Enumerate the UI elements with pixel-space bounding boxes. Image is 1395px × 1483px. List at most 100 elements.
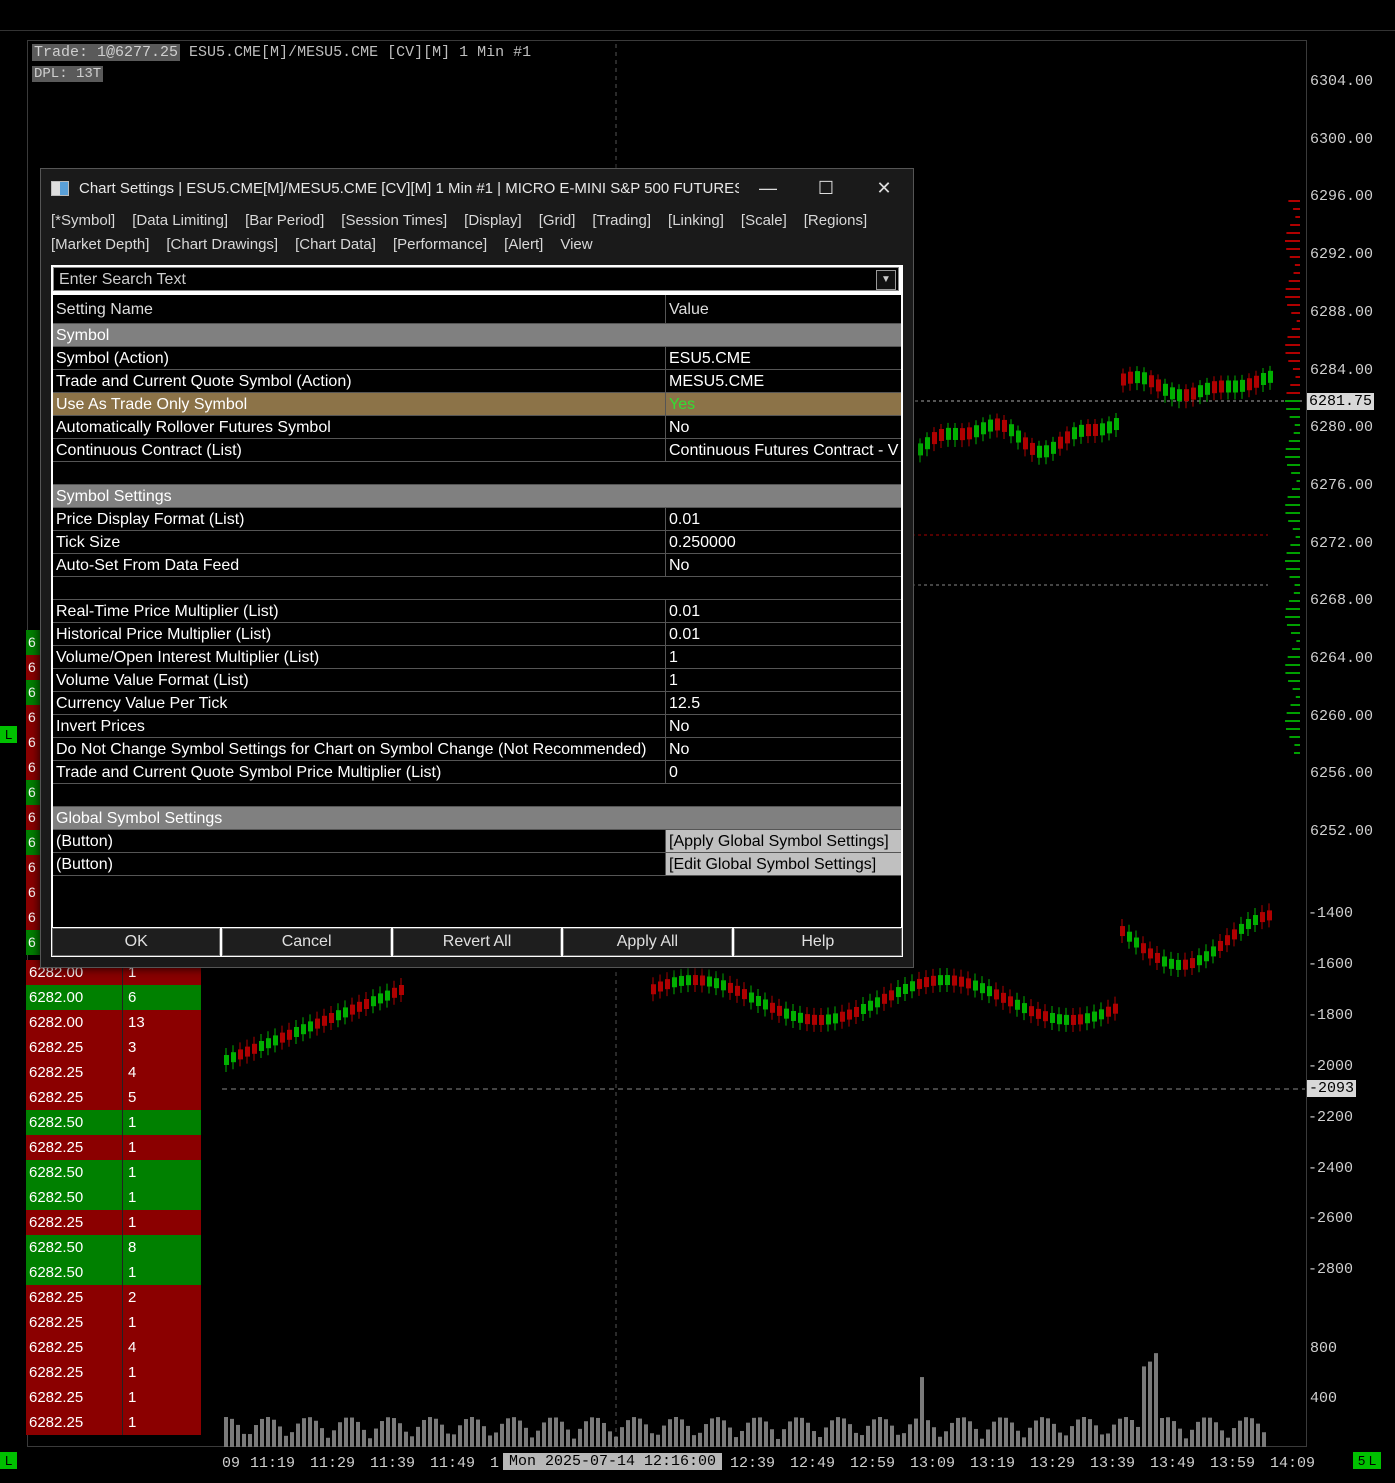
time-and-sales-list[interactable]: 6282.00 1 6282.00 6 6282.00 13 6282.25 3 6282.25… (26, 960, 201, 1435)
settings-grid[interactable]: Setting Name Value Symbol Symbol (Action)… (53, 295, 901, 927)
study-candle-body (1127, 931, 1132, 942)
setting-value[interactable]: No (666, 738, 901, 760)
close-icon[interactable]: ✕ (855, 178, 913, 199)
setting-value[interactable]: [Apply Global Symbol Settings] (666, 830, 901, 852)
grid-setting-row[interactable]: Invert Prices No (53, 715, 901, 738)
setting-name: Auto-Set From Data Feed (53, 554, 666, 576)
study-candle-body (238, 1049, 243, 1060)
setting-value[interactable]: Yes (666, 393, 901, 415)
grid-setting-row[interactable]: Price Display Format (List) 0.01 (53, 508, 901, 531)
grid-setting-row[interactable]: Real-Time Price Multiplier (List) 0.01 (53, 600, 901, 623)
depth-bar (1290, 704, 1300, 706)
maximize-icon[interactable]: ☐ (797, 178, 855, 199)
setting-value[interactable]: No (666, 715, 901, 737)
time-axis-label: 11:19 (250, 1455, 296, 1472)
ts-price: 6282.50 (26, 1185, 123, 1210)
depth-bar (1291, 488, 1300, 490)
depth-bar (1286, 248, 1300, 250)
study-candle-body (1225, 935, 1230, 946)
menu-item[interactable]: [Regions] (804, 212, 867, 229)
menu-item[interactable]: [Alert] (504, 236, 543, 253)
menu-item[interactable]: [Session Times] (341, 212, 447, 229)
volume-bar (248, 1434, 252, 1447)
grid-section-header[interactable]: Symbol Settings (53, 485, 901, 508)
setting-value[interactable]: 0.01 (666, 623, 901, 645)
ok-button[interactable]: OK (52, 928, 221, 956)
depth-bar (1286, 568, 1300, 570)
menu-item[interactable]: [Performance] (393, 236, 487, 253)
grid-setting-row[interactable]: Trade and Current Quote Symbol Price Mul… (53, 761, 901, 784)
study-candle-body (931, 975, 936, 986)
volume-bar (686, 1425, 690, 1447)
grid-setting-row[interactable]: Continuous Contract (List) Continuous Fut… (53, 439, 901, 462)
apply-all-button[interactable]: Apply All (563, 928, 732, 956)
symbol-line: ESU5.CME[M]/MESU5.CME [CV][M] 1 Min #1 (189, 44, 532, 61)
setting-value[interactable]: Continuous Futures Contract - V (666, 439, 901, 461)
volume-bar (542, 1422, 546, 1447)
volume-bar (728, 1427, 732, 1447)
chart-settings-dialog[interactable]: Chart Settings | ESU5.CME[M]/MESU5.CME [… (40, 168, 914, 968)
setting-value[interactable]: 0.01 (666, 600, 901, 622)
grid-setting-row[interactable]: Currency Value Per Tick 12.5 (53, 692, 901, 715)
time-axis-label: 11:39 (370, 1455, 416, 1472)
menu-item[interactable]: [Linking] (668, 212, 724, 229)
grid-setting-row[interactable]: Auto-Set From Data Feed No (53, 554, 901, 577)
menu-item[interactable]: [Chart Data] (295, 236, 376, 253)
study-candle-body (1036, 1008, 1041, 1019)
volume-bar (578, 1428, 582, 1447)
menu-item[interactable]: [Trading] (592, 212, 651, 229)
grid-setting-row[interactable]: Volume/Open Interest Multiplier (List) 1 (53, 646, 901, 669)
price-axis-label: 6292.00 (1310, 246, 1374, 264)
ts-price: 6282.25 (26, 1135, 123, 1160)
setting-value[interactable]: [Edit Global Symbol Settings] (666, 853, 901, 875)
grid-setting-row[interactable]: Automatically Rollover Futures Symbol No (53, 416, 901, 439)
menu-item[interactable]: [Market Depth] (51, 236, 149, 253)
help-button[interactable]: Help (733, 928, 903, 956)
grid-section-header[interactable]: Symbol (53, 324, 901, 347)
menu-item[interactable]: [Grid] (539, 212, 576, 229)
setting-name: Real-Time Price Multiplier (List) (53, 600, 666, 622)
menu-item[interactable]: [Bar Period] (245, 212, 324, 229)
grid-setting-row[interactable]: Use As Trade Only Symbol Yes (53, 393, 901, 416)
depth-bar (1285, 672, 1300, 674)
setting-value[interactable]: 0.01 (666, 508, 901, 530)
grid-setting-row[interactable]: Do Not Change Symbol Settings for Chart … (53, 738, 901, 761)
menu-item[interactable]: [Chart Drawings] (166, 236, 278, 253)
study-candle-body (1148, 948, 1153, 959)
grid-section-header[interactable]: Global Symbol Settings (53, 807, 901, 830)
volume-bar (674, 1417, 678, 1447)
study-candle-body (1218, 940, 1223, 951)
grid-button-row[interactable]: (Button) [Edit Global Symbol Settings] (53, 853, 901, 876)
search-input[interactable]: Enter Search Text ▼ (53, 267, 899, 291)
cancel-button[interactable]: Cancel (222, 928, 391, 956)
setting-value[interactable]: No (666, 554, 901, 576)
grid-setting-row[interactable]: Historical Price Multiplier (List) 0.01 (53, 623, 901, 646)
setting-value[interactable]: 1 (666, 646, 901, 668)
grid-setting-row[interactable]: Symbol (Action) ESU5.CME (53, 347, 901, 370)
volume-bar (230, 1418, 234, 1447)
volume-bar (494, 1432, 498, 1447)
minimize-icon[interactable]: — (739, 178, 797, 199)
grid-setting-row[interactable]: Tick Size 0.250000 (53, 531, 901, 554)
setting-value[interactable]: No (666, 416, 901, 438)
menu-item[interactable]: View (560, 236, 592, 253)
depth-bar (1292, 688, 1300, 690)
grid-button-row[interactable]: (Button) [Apply Global Symbol Settings] (53, 830, 901, 853)
dialog-titlebar[interactable]: Chart Settings | ESU5.CME[M]/MESU5.CME [… (41, 169, 913, 207)
chevron-down-icon[interactable]: ▼ (876, 270, 896, 290)
setting-value[interactable]: 0 (666, 761, 901, 783)
menu-item[interactable]: [Display] (464, 212, 522, 229)
grid-setting-row[interactable]: Volume Value Format (List) 1 (53, 669, 901, 692)
setting-value[interactable]: ESU5.CME (666, 347, 901, 369)
setting-value[interactable]: 0.250000 (666, 531, 901, 553)
menu-item[interactable]: [Data Limiting] (132, 212, 228, 229)
depth-bar (1288, 280, 1300, 282)
grid-setting-row[interactable]: Trade and Current Quote Symbol (Action) M… (53, 370, 901, 393)
setting-value[interactable]: MESU5.CME (666, 370, 901, 392)
menu-item[interactable]: [Scale] (741, 212, 787, 229)
setting-value[interactable]: 1 (666, 669, 901, 691)
setting-value[interactable]: 12.5 (666, 692, 901, 714)
menu-item[interactable]: [*Symbol] (51, 212, 115, 229)
revert-all-button[interactable]: Revert All (392, 928, 562, 956)
ts-qty: 8 (128, 1239, 137, 1256)
